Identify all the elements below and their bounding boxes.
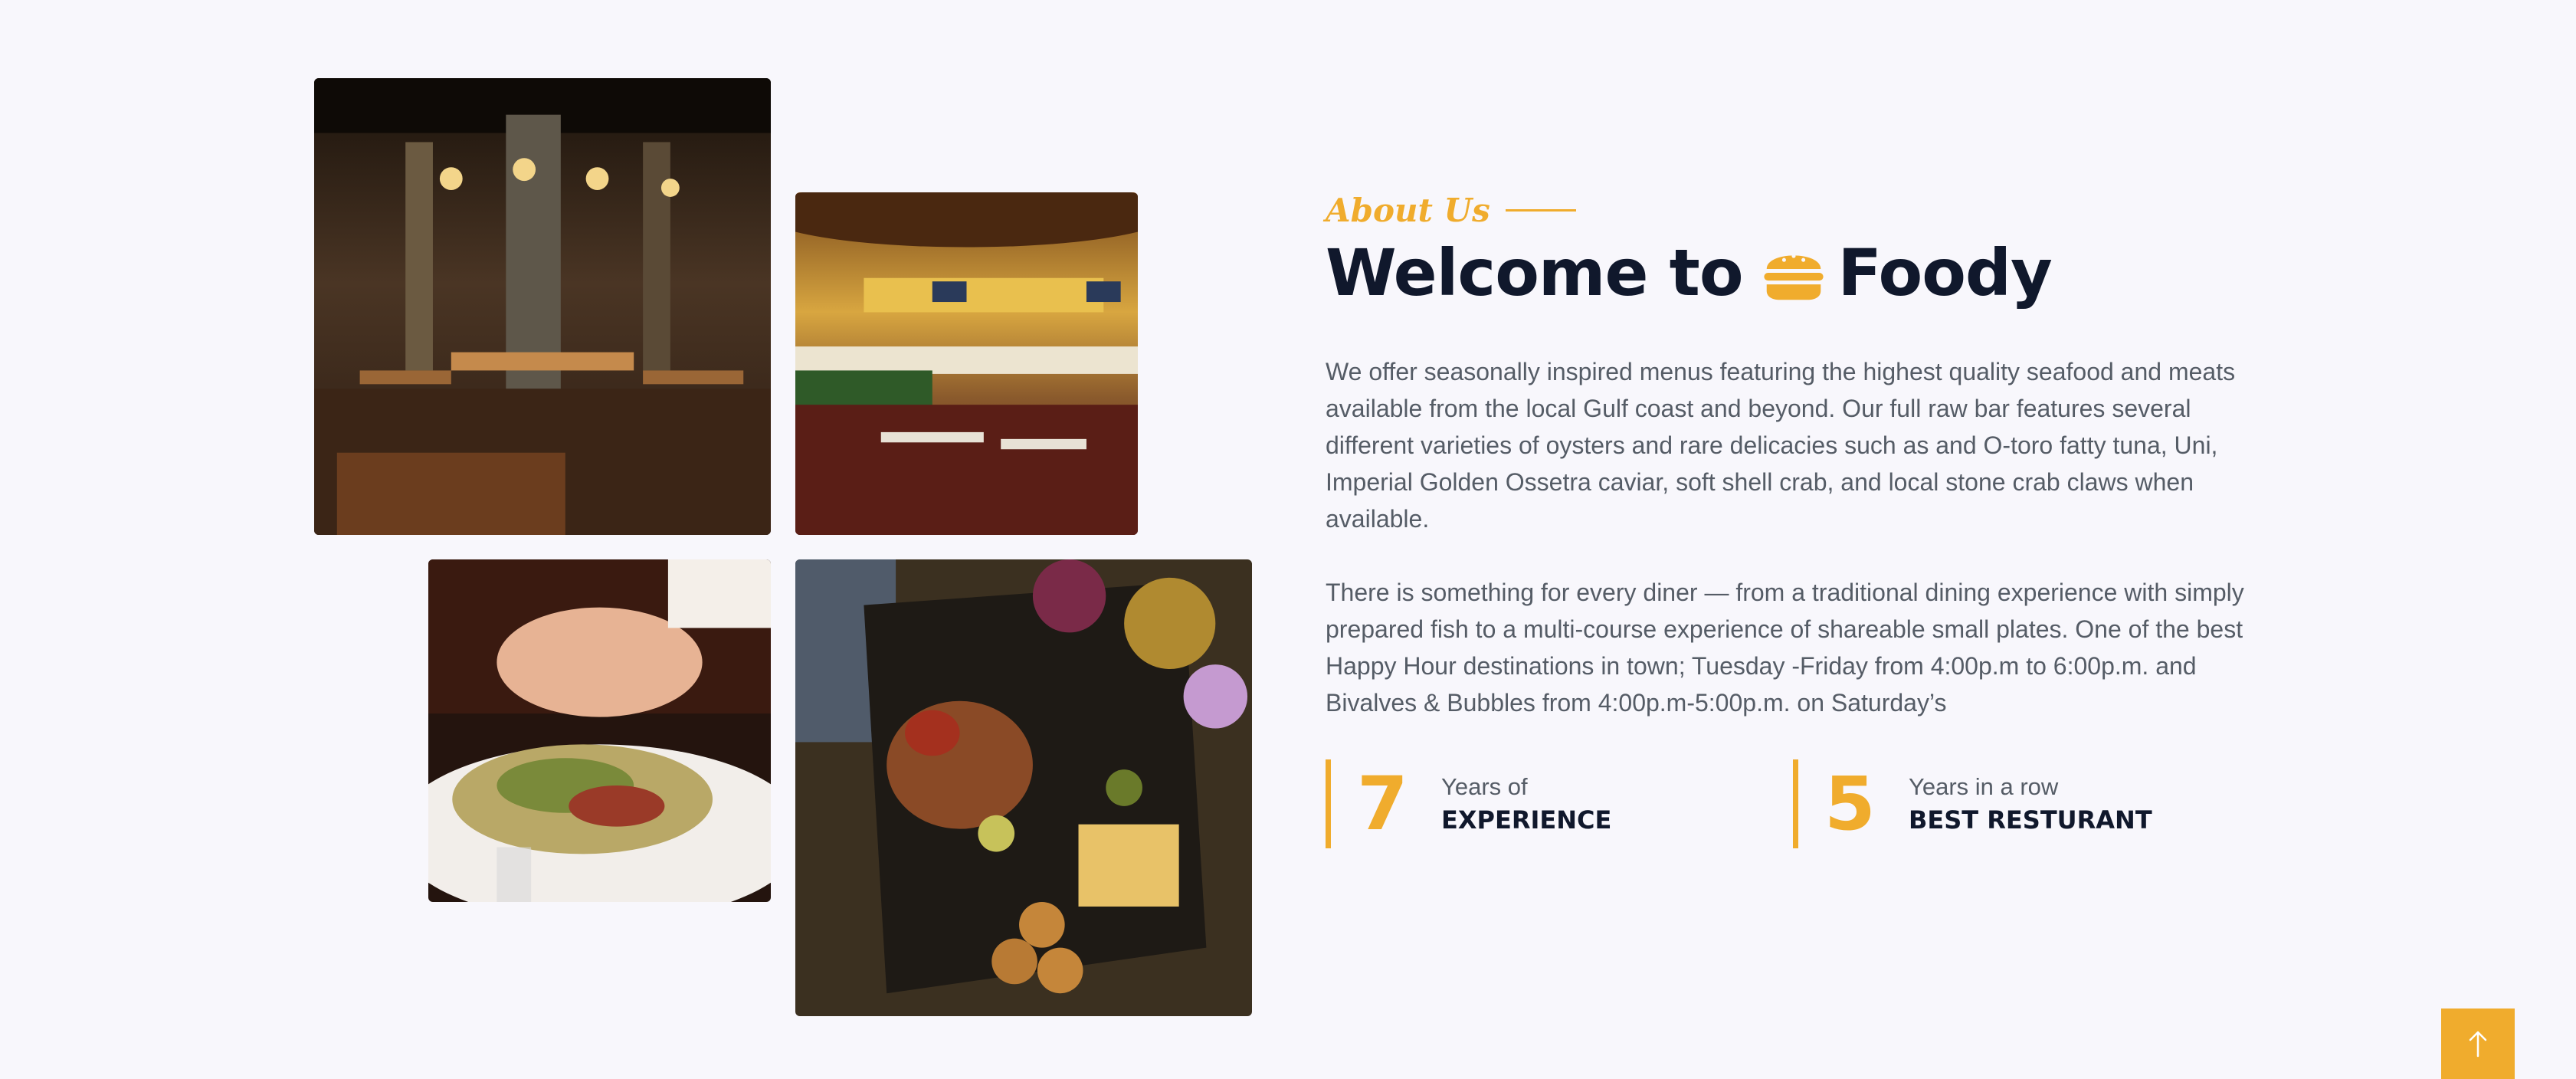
- eyebrow-label: About Us: [1326, 192, 1490, 229]
- burger-icon: [1763, 254, 1824, 300]
- section-eyebrow: About Us: [1326, 192, 2260, 229]
- stat-title: EXPERIENCE: [1441, 805, 1612, 835]
- about-section: About Us Welcome to Foody We offer seaso…: [1326, 192, 2260, 848]
- stat-caption: Years of: [1441, 773, 1528, 800]
- food-platter-photo: [795, 559, 1252, 1016]
- pasta-dish-photo: [428, 559, 771, 902]
- page-title: Welcome to Foody: [1326, 235, 2260, 310]
- stats-row: 7 Years of EXPERIENCE 5 Years in a row B…: [1326, 759, 2260, 848]
- stat-number: 5: [1824, 761, 1876, 847]
- eyebrow-divider: [1505, 209, 1576, 212]
- stat-number: 7: [1357, 761, 1408, 847]
- about-paragraph-2: There is something for every diner — fro…: [1326, 579, 2244, 717]
- arrow-up-icon: [2469, 1031, 2487, 1058]
- title-prefix: Welcome to: [1326, 235, 1744, 310]
- title-brand: Foody: [1837, 235, 2053, 310]
- about-paragraph-1: We offer seasonally inspired menus featu…: [1326, 358, 2236, 533]
- stat-title: BEST RESTURANT: [1909, 805, 2152, 835]
- back-to-top-button[interactable]: [2441, 1008, 2515, 1079]
- restaurant-interior-photo: [314, 78, 771, 535]
- stat-text: Years in a row BEST RESTURANT: [1909, 773, 2152, 835]
- stat-best-restaurant: 5 Years in a row BEST RESTURANT: [1793, 759, 2260, 848]
- dining-room-photo: [795, 192, 1138, 535]
- stat-text: Years of EXPERIENCE: [1441, 773, 1611, 835]
- stat-experience: 7 Years of EXPERIENCE: [1326, 759, 1793, 848]
- stat-caption: Years in a row: [1909, 773, 2059, 800]
